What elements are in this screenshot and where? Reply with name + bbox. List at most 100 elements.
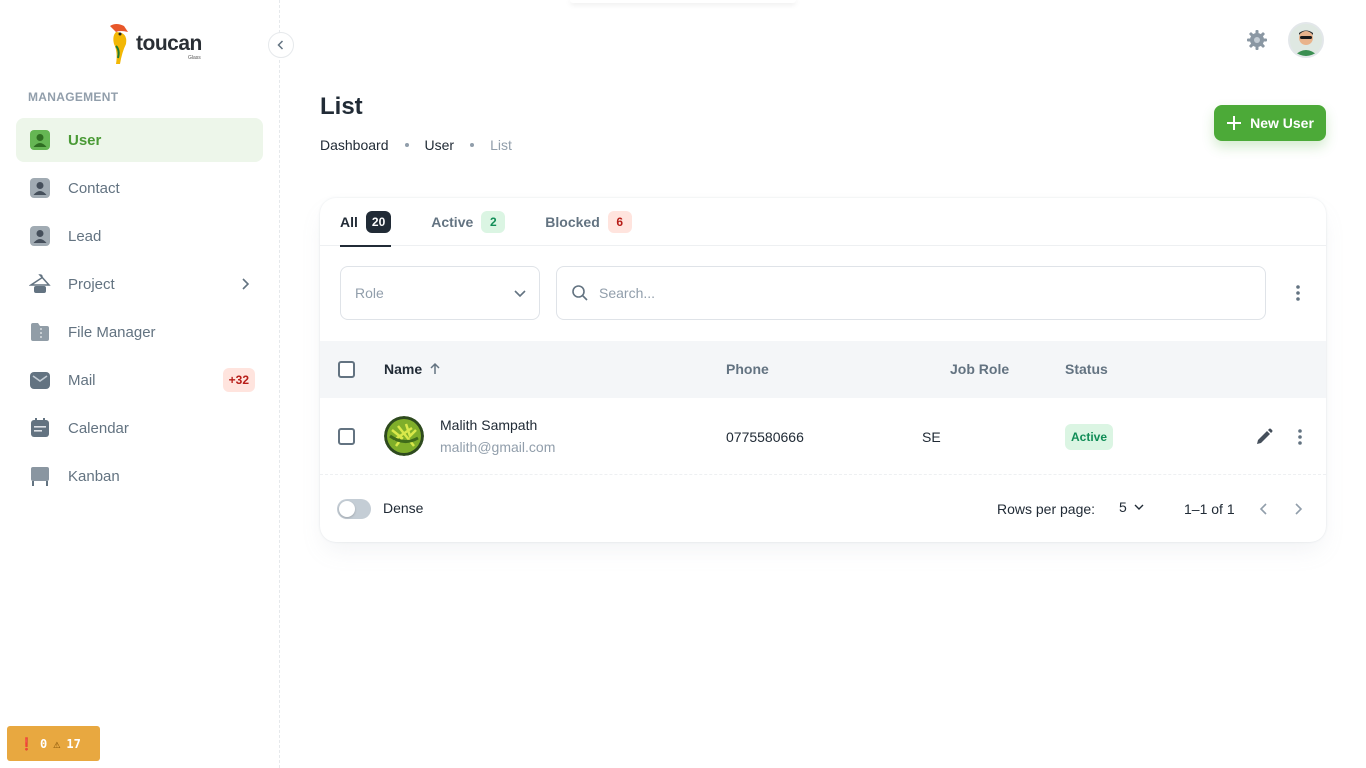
error-count: 0 — [39, 736, 48, 751]
search-input[interactable] — [599, 285, 1199, 301]
select-all-checkbox[interactable] — [338, 361, 355, 378]
breadcrumb-list: List — [490, 137, 512, 153]
error-icon: ❗ — [19, 736, 34, 751]
column-name-label: Name — [384, 361, 423, 377]
sidebar-item-label: Mail — [68, 371, 96, 389]
toggle-knob — [339, 501, 355, 517]
chevron-left-icon — [277, 40, 284, 50]
new-user-label: New User — [1250, 115, 1314, 131]
sidebar-item-file-manager[interactable]: File Manager — [16, 310, 263, 354]
user-icon — [28, 128, 52, 152]
calendar-icon — [28, 416, 52, 440]
avatar — [384, 416, 424, 456]
status-tabs: All 20 Active 2 Blocked 6 — [320, 198, 1326, 247]
dense-label: Dense — [383, 500, 424, 516]
kanban-icon — [28, 464, 52, 488]
breadcrumb: Dashboard User List — [320, 137, 512, 153]
pencil-icon — [1257, 428, 1273, 444]
gear-icon[interactable] — [1245, 28, 1269, 52]
breadcrumb-separator — [470, 143, 475, 147]
sort-ascending-icon — [430, 362, 440, 374]
lead-icon — [28, 224, 52, 248]
mail-count-badge: +32 — [222, 368, 255, 392]
chevron-down-icon — [1134, 504, 1144, 510]
dense-toggle[interactable] — [337, 499, 371, 519]
tab-label: Active — [431, 214, 474, 230]
column-header-status[interactable]: Status — [1065, 361, 1108, 377]
new-user-button[interactable]: New User — [1214, 105, 1326, 141]
breadcrumb-separator — [404, 143, 409, 147]
chevron-right-icon — [1295, 503, 1303, 515]
tab-active[interactable]: Active 2 — [431, 198, 506, 246]
rows-per-page-value: 5 — [1119, 499, 1127, 515]
row-more-button[interactable] — [1288, 425, 1312, 449]
table-row[interactable]: Malith Sampath malith@gmail.com 07755806… — [320, 398, 1326, 475]
sidebar-item-lead[interactable]: Lead — [16, 214, 263, 258]
sidebar-item-label: Contact — [68, 179, 120, 197]
sidebar-item-kanban[interactable]: Kanban — [16, 454, 263, 498]
sidebar-item-label: User — [68, 131, 102, 149]
sidebar: toucan Glass MANAGEMENT User Contact Lea… — [0, 0, 280, 768]
user-phone: 0775580666 — [726, 429, 804, 445]
mail-icon — [28, 368, 52, 392]
sidebar-item-calendar[interactable]: Calendar — [16, 406, 263, 450]
sidebar-nav: User Contact Lead Project File Manager M… — [16, 118, 263, 502]
account-avatar[interactable] — [1288, 22, 1324, 58]
sidebar-item-label: Calendar — [68, 419, 129, 437]
breadcrumb-user[interactable]: User — [425, 137, 455, 153]
rows-per-page-select[interactable]: 5 — [1119, 499, 1145, 515]
warning-icon: ⚠ — [53, 736, 61, 751]
role-select[interactable]: Role — [340, 266, 540, 320]
chevron-left-icon — [1259, 503, 1267, 515]
sidebar-item-mail[interactable]: Mail +32 — [16, 358, 263, 402]
search-field[interactable] — [556, 266, 1266, 320]
tab-label: Blocked — [545, 214, 600, 230]
sidebar-item-label: Kanban — [68, 467, 120, 485]
sidebar-item-project[interactable]: Project — [16, 262, 263, 306]
more-options-button[interactable] — [1286, 281, 1310, 305]
column-header-name[interactable]: Name — [384, 361, 442, 377]
tab-label: All — [340, 214, 358, 230]
brand-tagline: Glass — [188, 55, 201, 61]
collapse-sidebar-button[interactable] — [268, 32, 294, 58]
user-name: Malith Sampath — [440, 417, 538, 433]
toucan-bird-icon — [110, 24, 128, 64]
chevron-right-icon — [237, 276, 253, 297]
section-label-management: MANAGEMENT — [28, 90, 119, 104]
rows-per-page-label: Rows per page: — [997, 501, 1096, 517]
sidebar-item-label: File Manager — [68, 323, 156, 341]
sidebar-item-user[interactable]: User — [16, 118, 263, 162]
chevron-down-icon — [513, 286, 527, 303]
tab-all[interactable]: All 20 — [340, 198, 392, 247]
role-placeholder: Role — [355, 285, 384, 301]
previous-page-button[interactable] — [1252, 497, 1276, 521]
more-vertical-icon — [1298, 429, 1302, 445]
tab-count-badge: 2 — [481, 211, 506, 233]
more-vertical-icon — [1296, 285, 1300, 301]
edit-button[interactable] — [1252, 425, 1276, 449]
tab-count-badge: 6 — [607, 211, 632, 233]
table-header: Name Phone Job Role Status — [320, 341, 1326, 398]
sidebar-item-label: Lead — [68, 227, 102, 245]
user-email: malith@gmail.com — [440, 439, 556, 455]
row-checkbox[interactable] — [338, 428, 355, 445]
table-footer: Dense Rows per page: 5 1–1 of 1 — [320, 475, 1326, 542]
tab-count-badge: 20 — [365, 211, 392, 233]
contact-icon — [28, 176, 52, 200]
user-job-role: SE — [922, 429, 941, 445]
top-notch — [570, 0, 796, 3]
column-header-job-role[interactable]: Job Role — [950, 361, 1009, 377]
folder-icon — [28, 320, 52, 344]
plus-icon — [1227, 116, 1242, 130]
column-header-phone[interactable]: Phone — [726, 361, 769, 377]
search-icon — [572, 285, 588, 301]
project-icon — [28, 272, 52, 296]
user-list-card: All 20 Active 2 Blocked 6 Role Name Phon… — [320, 198, 1326, 542]
next-page-button[interactable] — [1286, 497, 1310, 521]
sidebar-item-contact[interactable]: Contact — [16, 166, 263, 210]
tab-blocked[interactable]: Blocked 6 — [545, 198, 632, 246]
toucan-logo[interactable]: toucan Glass — [106, 22, 216, 68]
dev-issues-badge[interactable]: ❗ 0 ⚠ 17 — [7, 726, 100, 761]
breadcrumb-dashboard[interactable]: Dashboard — [320, 137, 389, 153]
pagination-range: 1–1 of 1 — [1184, 501, 1235, 517]
